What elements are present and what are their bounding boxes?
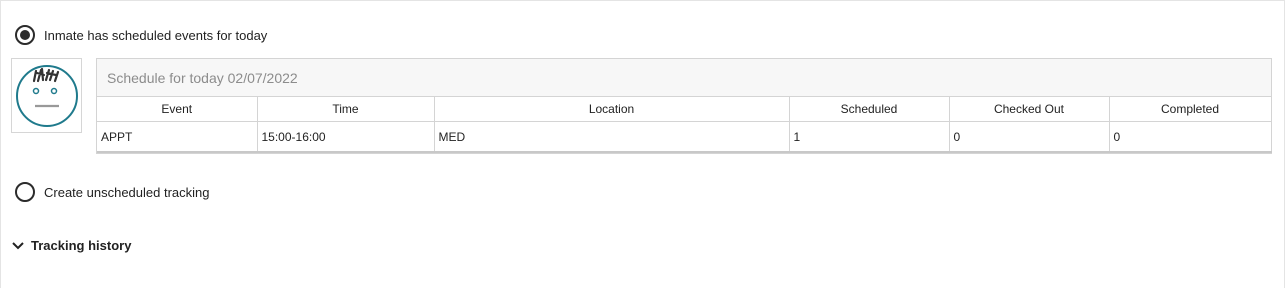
cell-checked-out: 0 [949,121,1110,153]
cell-time: 15:00-16:00 [257,121,435,153]
unscheduled-option-label: Create unscheduled tracking [44,184,210,200]
scheduled-option-label: Inmate has scheduled events for today [44,27,268,43]
radio-selected-dot [20,30,30,40]
unscheduled-radio[interactable] [15,182,35,202]
cell-event: APPT [97,121,258,153]
scheduled-radio[interactable] [15,25,35,45]
cell-location: MED [434,121,790,153]
schedule-panel: Schedule for today 02/07/2022 Event Time… [96,58,1272,154]
tracking-history-toggle[interactable]: Tracking history [12,238,131,253]
chevron-down-icon [12,241,24,251]
schedule-title: Schedule for today 02/07/2022 [97,59,1271,97]
cell-completed: 0 [1109,121,1272,153]
column-header-event[interactable]: Event [97,97,258,122]
tracking-history-label: Tracking history [31,238,132,253]
column-header-scheduled[interactable]: Scheduled [789,97,950,122]
column-header-location[interactable]: Location [434,97,790,122]
placeholder-face-icon [15,64,78,127]
column-header-time[interactable]: Time [257,97,435,122]
scheduled-events-option[interactable]: Inmate has scheduled events for today [15,25,267,45]
schedule-table: Event Time Location Scheduled Checked Ou… [97,97,1272,153]
cell-scheduled: 1 [789,121,950,153]
table-row[interactable]: APPT 15:00-16:00 MED 1 0 0 [97,121,1272,153]
column-header-completed[interactable]: Completed [1109,97,1272,122]
unscheduled-tracking-option[interactable]: Create unscheduled tracking [15,182,210,202]
table-header-row: Event Time Location Scheduled Checked Ou… [97,97,1272,122]
column-header-checked-out[interactable]: Checked Out [949,97,1110,122]
inmate-photo-placeholder [11,58,82,133]
